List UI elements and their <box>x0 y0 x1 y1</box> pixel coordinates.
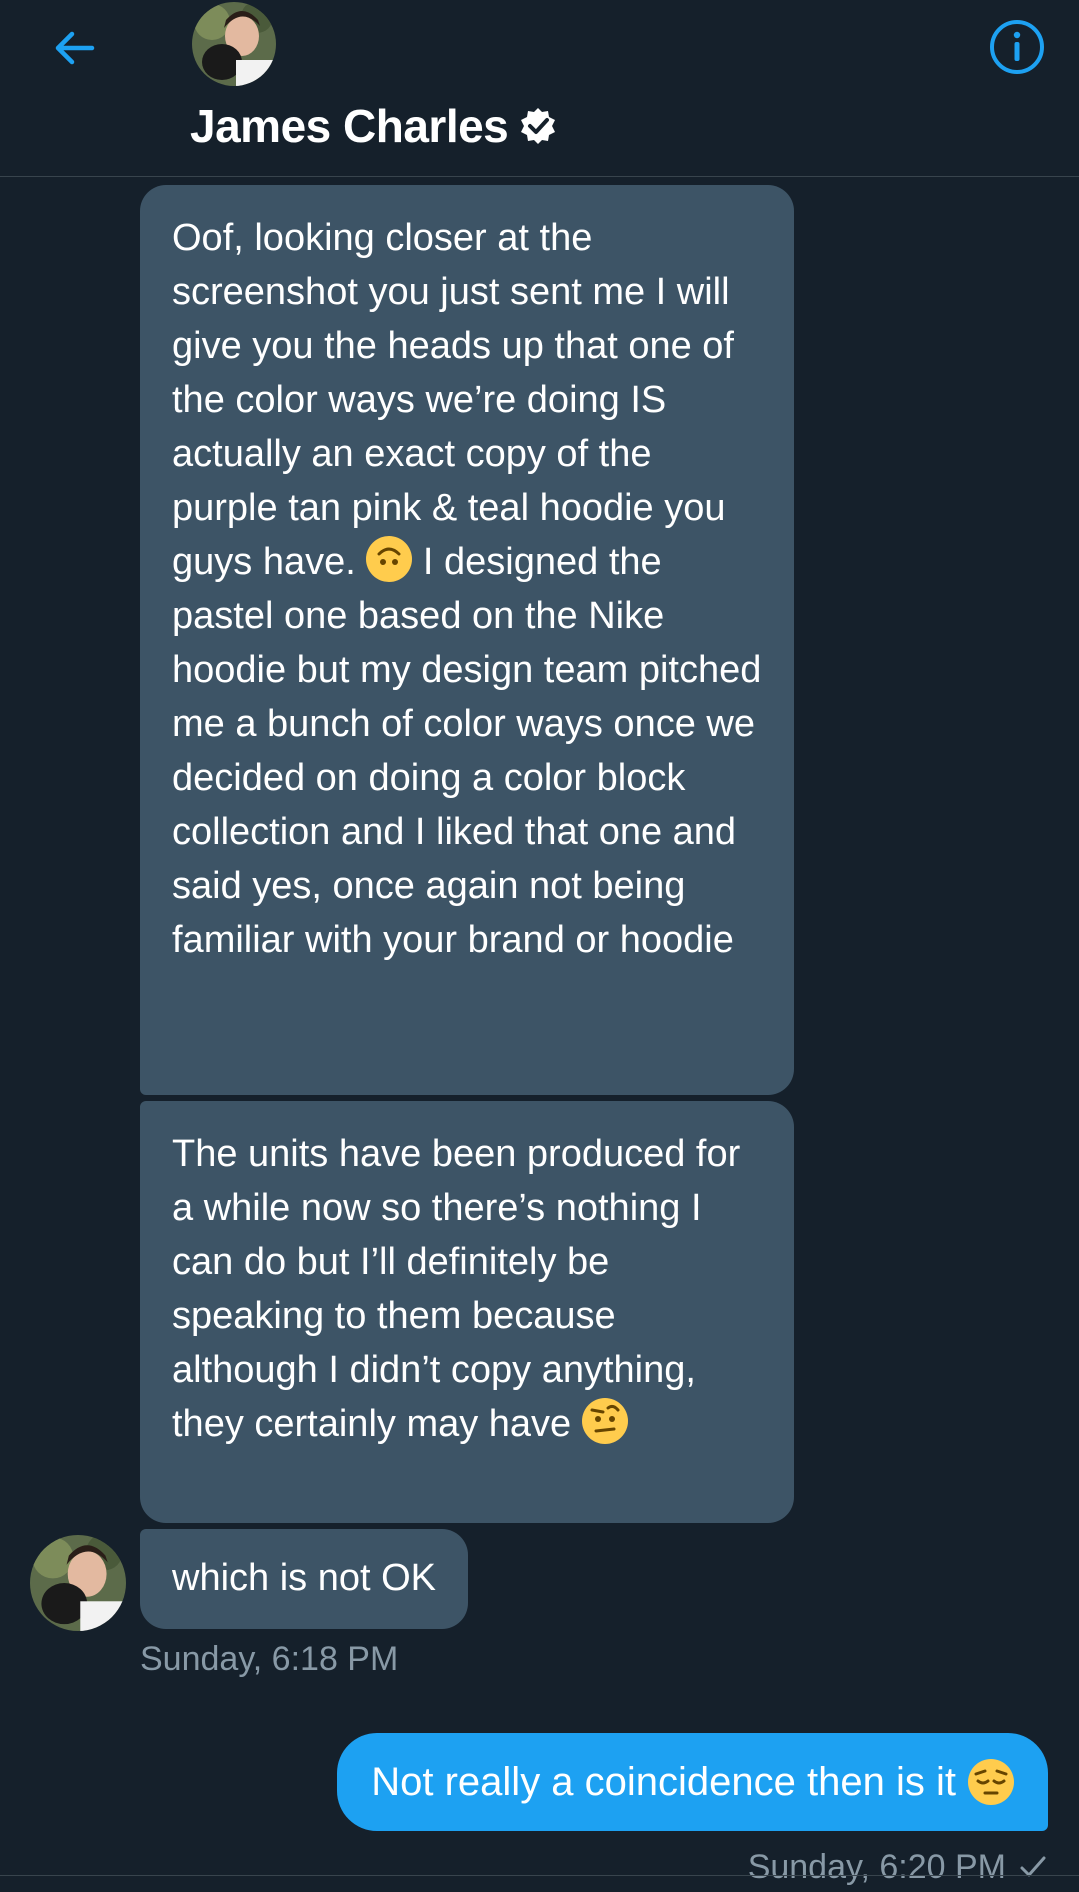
arrow-left-icon <box>55 31 95 65</box>
contact-avatar-small[interactable] <box>30 1535 126 1631</box>
checkmark-icon <box>1020 1856 1046 1877</box>
back-button[interactable] <box>46 20 102 76</box>
verified-badge-icon <box>521 108 556 144</box>
message-timestamp: Sunday, 6:18 PM <box>140 1640 399 1678</box>
pensive-face-emoji <box>968 1759 1014 1805</box>
upside-down-face-emoji <box>366 536 413 582</box>
bottom-divider <box>0 1875 1079 1876</box>
message-text: Oof, looking closer at the screenshot yo… <box>172 217 734 583</box>
incoming-message-bubble[interactable]: which is not OK <box>140 1529 468 1629</box>
timestamp-text: Sunday, 6:20 PM <box>747 1847 1006 1886</box>
face-with-raised-eyebrow-emoji <box>581 1398 628 1444</box>
message-timestamp-sent: Sunday, 6:20 PM <box>748 1842 1048 1892</box>
incoming-message-bubble[interactable]: Oof, looking closer at the screenshot yo… <box>140 185 794 1095</box>
message-text: which is not OK <box>172 1557 436 1599</box>
message-text-continued: I designed the pastel one based on the N… <box>172 541 762 961</box>
message-text: Not really a coincidence then is it <box>371 1759 956 1804</box>
contact-name: James Charles <box>190 100 509 152</box>
conversation-header: James Charles <box>0 0 1079 177</box>
info-circle-icon <box>990 20 1044 74</box>
info-button[interactable] <box>984 14 1050 80</box>
message-text: The units have been produced for a while… <box>172 1133 741 1445</box>
outgoing-message-bubble[interactable]: Not really a coincidence then is it <box>337 1733 1048 1831</box>
contact-avatar[interactable] <box>192 2 276 86</box>
incoming-message-bubble[interactable]: The units have been produced for a while… <box>140 1101 794 1523</box>
contact-name-row[interactable]: James Charles <box>190 96 558 156</box>
